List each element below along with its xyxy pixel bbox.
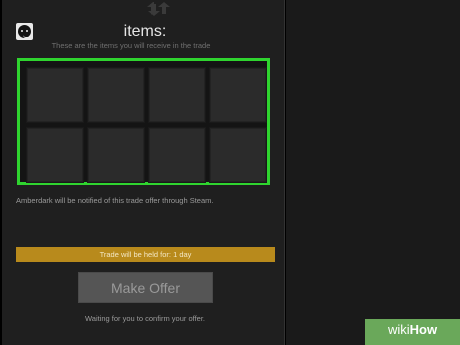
item-slot[interactable] (87, 67, 145, 123)
trade-hold-bar: Trade will be held for: 1 day (16, 247, 275, 262)
wikihow-watermark: wikiHow (365, 319, 460, 345)
swap-arrows-icon (145, 2, 171, 16)
watermark-how: How (409, 322, 438, 337)
trade-panel: items: These are the items you will rece… (2, 0, 285, 345)
item-slot[interactable] (87, 127, 145, 183)
items-highlight-frame (17, 58, 270, 185)
waiting-status-text: Waiting for you to confirm your offer. (84, 314, 206, 323)
trade-offer-screen: items: These are the items you will rece… (0, 0, 460, 345)
items-grid (26, 67, 269, 184)
items-subtitle: These are the items you will receive in … (51, 41, 211, 50)
notification-text: Amberdark will be notified of this trade… (16, 196, 214, 205)
item-slot[interactable] (26, 67, 84, 123)
item-slot[interactable] (148, 67, 206, 123)
watermark-wiki: wiki (387, 322, 410, 337)
items-heading: items: (123, 23, 167, 40)
background-pane (286, 0, 460, 345)
item-slot[interactable] (148, 127, 206, 183)
item-slot[interactable] (26, 127, 84, 183)
item-slot[interactable] (209, 67, 267, 123)
make-offer-button[interactable]: Make Offer (78, 272, 213, 303)
item-slot[interactable] (209, 127, 267, 183)
